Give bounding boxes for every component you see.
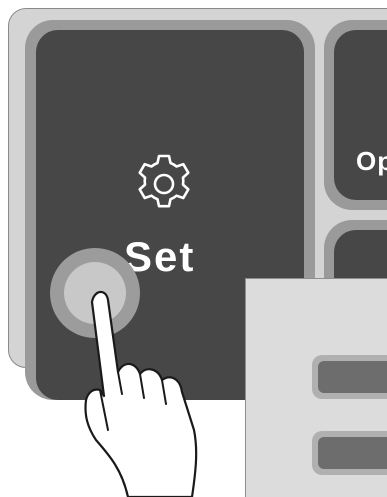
zoom-inset: [245, 278, 387, 497]
inset-button-lower[interactable]: [312, 431, 387, 475]
screenshot-stage: Set Op: [0, 0, 387, 497]
operation-label: Op: [356, 146, 387, 176]
operation-tile[interactable]: [324, 20, 387, 210]
gear-icon: [138, 154, 190, 208]
pointing-hand-icon: [84, 290, 198, 497]
inset-button-lower-face[interactable]: [318, 437, 387, 469]
inset-button-upper-face[interactable]: [318, 361, 387, 393]
inset-button-upper[interactable]: [312, 355, 387, 399]
